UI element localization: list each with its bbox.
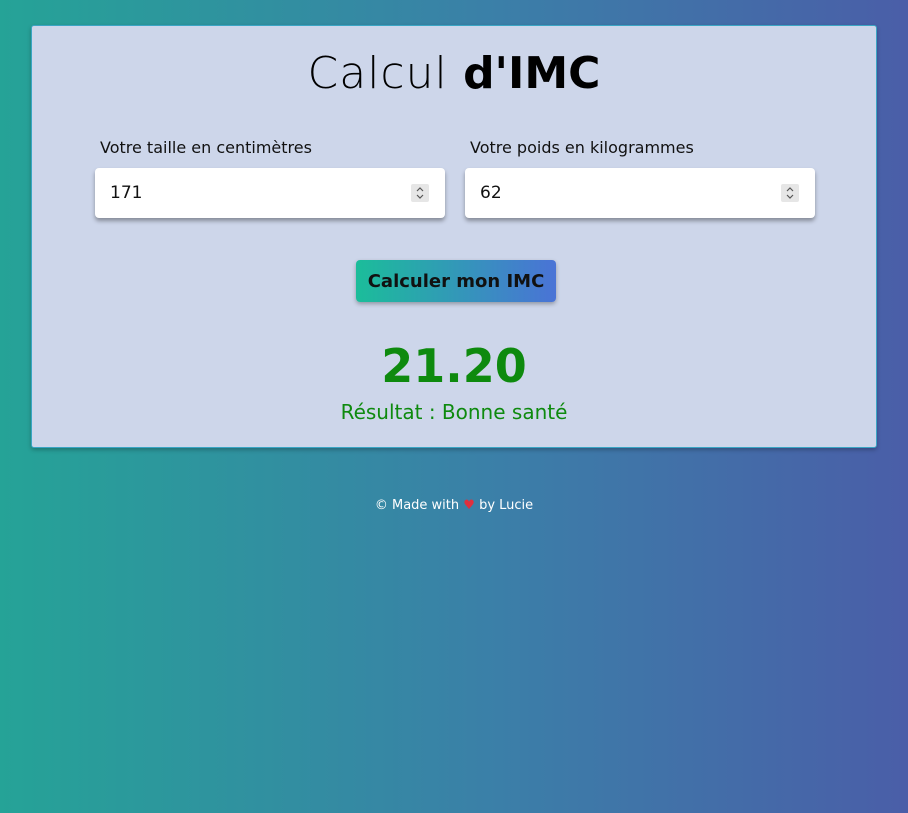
weight-input[interactable] [480, 168, 760, 218]
heart-icon: ♥ [463, 498, 475, 513]
bmi-card: Calcul d'IMC Votre taille en centimètres… [31, 25, 877, 448]
calculate-bmi-button[interactable]: Calculer mon IMC [356, 260, 556, 302]
bmi-result-value: 21.20 [381, 339, 527, 393]
bmi-result-text: Résultat : Bonne santé [340, 400, 568, 424]
height-field: Votre taille en centimètres [95, 138, 445, 218]
height-input[interactable] [110, 168, 390, 218]
height-input-box [95, 168, 445, 218]
page-title: Calcul d'IMC [32, 48, 876, 100]
spinner-arrows-icon [786, 187, 794, 199]
weight-label: Votre poids en kilogrammes [470, 138, 694, 157]
height-spinner-icon[interactable] [411, 184, 429, 202]
footer: © Made with ♥ by Lucie [0, 497, 908, 515]
footer-prefix: © Made with [374, 498, 460, 513]
weight-field: Votre poids en kilogrammes [465, 138, 815, 218]
title-bold: d'IMC [463, 48, 601, 99]
title-light: Calcul [307, 48, 448, 99]
weight-input-box [465, 168, 815, 218]
spinner-arrows-icon [416, 187, 424, 199]
height-label: Votre taille en centimètres [100, 138, 312, 157]
weight-spinner-icon[interactable] [781, 184, 799, 202]
footer-suffix: by Lucie [479, 498, 534, 513]
